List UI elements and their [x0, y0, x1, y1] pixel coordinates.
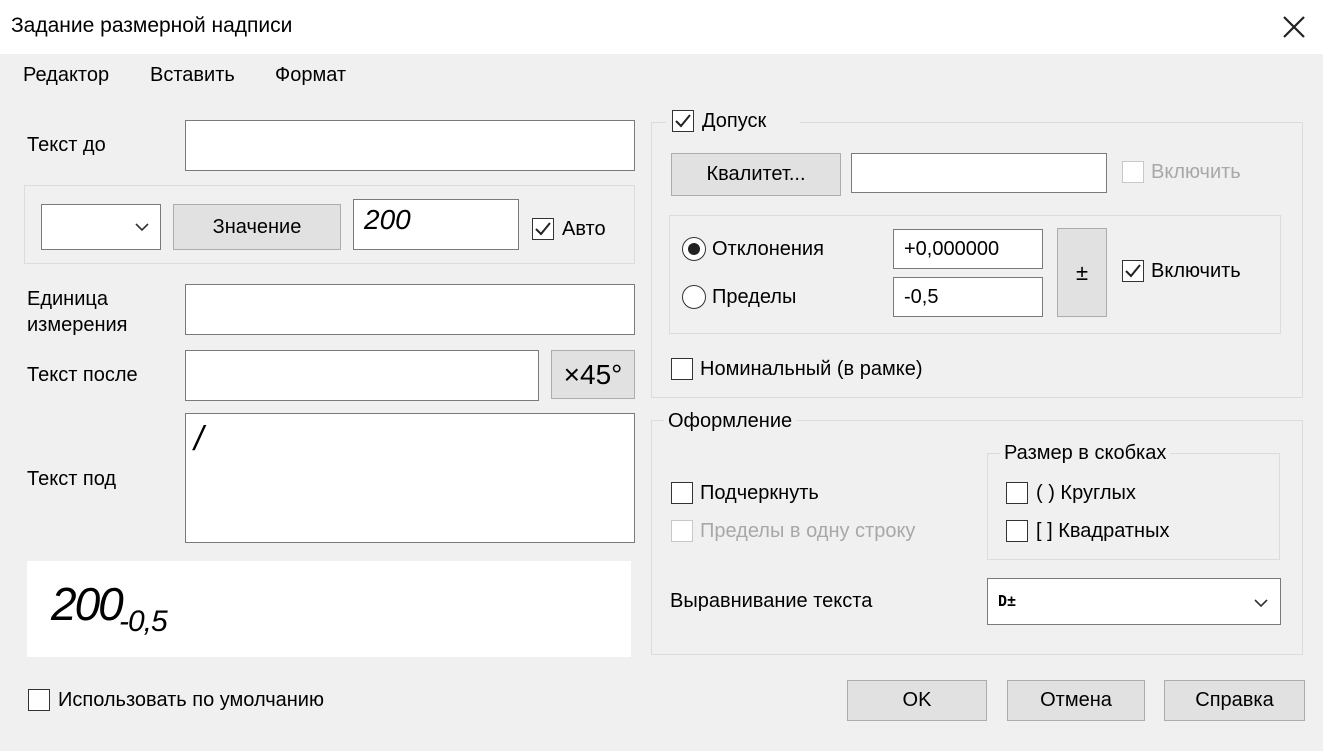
underline-label: Подчеркнуть — [700, 482, 819, 504]
plus-minus-button[interactable]: ± — [1057, 228, 1107, 317]
window-title: Задание размерной надписи — [11, 14, 293, 37]
auto-label: Авто — [562, 218, 606, 240]
menu-editor[interactable]: Редактор — [23, 64, 109, 87]
deviations-radio[interactable] — [682, 237, 706, 261]
use-default-label: Использовать по умолчанию — [58, 689, 324, 711]
align-dropdown-value: D± — [998, 592, 1017, 610]
deviations-include-label: Включить — [1151, 260, 1241, 282]
chevron-down-icon — [1254, 599, 1268, 608]
check-icon — [675, 114, 691, 128]
check-icon — [535, 222, 551, 236]
brackets-legend: Размер в скобках — [1000, 442, 1171, 465]
qualitet-include-checkbox[interactable] — [1122, 161, 1144, 183]
qualitet-button[interactable]: Квалитет... — [671, 153, 841, 196]
limits-label: Пределы — [712, 286, 797, 308]
upper-deviation-input[interactable]: +0,000000 — [893, 229, 1043, 269]
value-input-text: 200 — [364, 204, 411, 235]
menu-format[interactable]: Формат — [275, 64, 346, 87]
text-before-input[interactable] — [185, 120, 635, 171]
limits-one-line-checkbox[interactable] — [671, 520, 693, 542]
text-under-value: / — [194, 420, 204, 458]
help-button[interactable]: Справка — [1164, 680, 1305, 721]
close-icon — [1283, 16, 1305, 38]
value-button[interactable]: Значение — [173, 204, 341, 250]
text-before-label: Текст до — [27, 134, 106, 156]
qualitet-input[interactable] — [851, 153, 1107, 193]
upper-deviation-value: +0,000000 — [904, 238, 1000, 260]
chevron-down-icon — [135, 223, 149, 232]
x45-button[interactable]: ×45° — [551, 350, 635, 399]
design-legend: Оформление — [664, 410, 797, 433]
ok-button[interactable]: OK — [847, 680, 987, 721]
close-button[interactable] — [1275, 8, 1313, 46]
text-after-label: Текст после — [27, 364, 138, 386]
check-icon — [1125, 264, 1141, 278]
limits-one-line-label: Пределы в одну строку — [700, 520, 916, 542]
nominal-checkbox[interactable] — [671, 358, 693, 380]
nominal-label: Номинальный (в рамке) — [700, 358, 923, 380]
underline-checkbox[interactable] — [671, 482, 693, 504]
text-under-input[interactable]: / — [185, 413, 635, 543]
auto-checkbox[interactable] — [532, 218, 554, 240]
tolerance-checkbox[interactable] — [672, 110, 694, 132]
limits-radio[interactable] — [682, 285, 706, 309]
menu-insert[interactable]: Вставить — [150, 64, 235, 87]
preview-sub-text: -0,5 — [119, 605, 168, 638]
preview-panel: 200 -0,5 — [27, 561, 631, 657]
square-brackets-checkbox[interactable] — [1006, 520, 1028, 542]
round-brackets-label: ( ) Круглых — [1036, 482, 1136, 504]
unit-label-line2: измерения — [27, 314, 128, 336]
use-default-checkbox[interactable] — [28, 689, 50, 711]
brackets-group — [987, 453, 1280, 560]
square-brackets-label: [ ] Квадратных — [1036, 520, 1170, 542]
round-brackets-checkbox[interactable] — [1006, 482, 1028, 504]
value-input[interactable]: 200 — [353, 199, 519, 250]
lower-deviation-input[interactable]: -0,5 — [893, 277, 1043, 317]
tolerance-label: Допуск — [702, 110, 767, 132]
prefix-dropdown[interactable] — [41, 204, 161, 250]
cancel-button[interactable]: Отмена — [1007, 680, 1145, 721]
deviations-include-checkbox[interactable] — [1122, 260, 1144, 282]
text-under-label: Текст под — [27, 468, 117, 490]
align-dropdown[interactable]: D± — [987, 578, 1281, 625]
deviations-label: Отклонения — [712, 238, 824, 260]
preview-main-text: 200 — [51, 578, 124, 630]
qualitet-include-label: Включить — [1151, 161, 1241, 183]
unit-input[interactable] — [185, 284, 635, 335]
align-label: Выравнивание текста — [670, 590, 873, 612]
unit-label: Единица измерения — [27, 286, 128, 338]
unit-label-line1: Единица — [27, 288, 108, 310]
text-after-input[interactable] — [185, 350, 539, 401]
lower-deviation-value: -0,5 — [904, 286, 939, 308]
